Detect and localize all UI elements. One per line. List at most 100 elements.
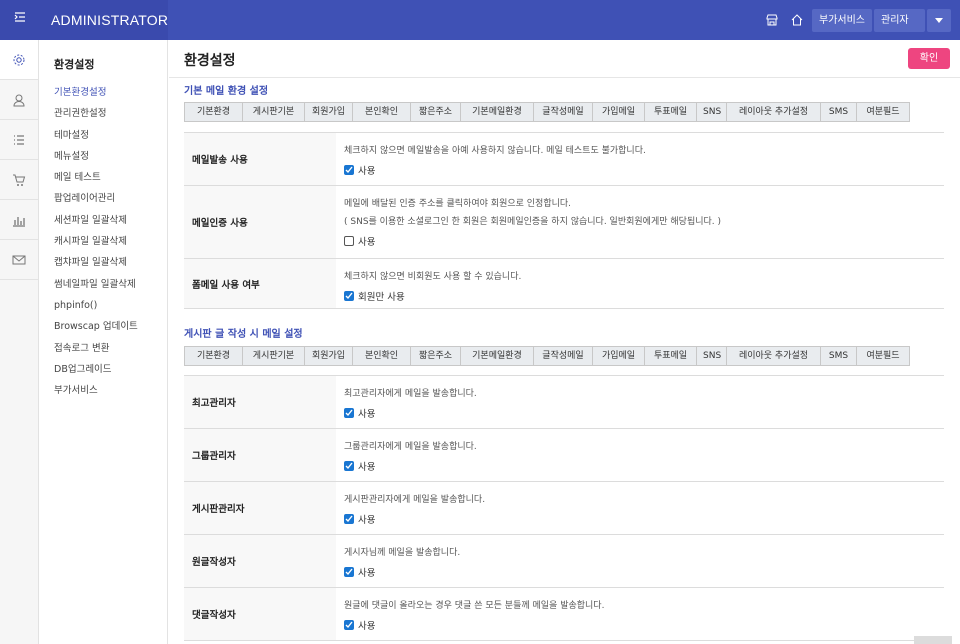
page-title: 환경설정 bbox=[184, 53, 236, 69]
setting-help-text: 원글에 댓글이 올라오는 경우 댓글 쓴 모든 분들께 메일을 발송합니다. bbox=[344, 601, 605, 611]
settings-tab[interactable]: 레이아웃 추가설정 bbox=[727, 103, 821, 121]
setting-help-text: 게시판관리자에게 메일을 발송합니다. bbox=[344, 495, 486, 505]
settings-tab[interactable]: 글작성메일 bbox=[534, 103, 593, 121]
rail-mail[interactable] bbox=[0, 240, 38, 280]
use-checkbox[interactable]: 사용 bbox=[344, 512, 936, 526]
submenu-item[interactable]: phpinfo() bbox=[39, 295, 167, 316]
checkbox-checked-icon[interactable] bbox=[344, 291, 354, 301]
submenu-item[interactable]: 썸네일파일 일괄삭제 bbox=[39, 274, 167, 295]
settings-tab[interactable]: SNS bbox=[697, 347, 727, 365]
checkbox-unchecked-icon[interactable] bbox=[344, 236, 354, 246]
settings-tab[interactable]: 본인확인 bbox=[353, 347, 411, 365]
settings-submenu: 환경설정 기본환경설정 관리권한설정 테마설정 메뉴설정 메일 테스트 팝업레이어관리 세션… bbox=[39, 40, 168, 644]
setting-label: 폼메일 사용 여부 bbox=[184, 259, 336, 308]
settings-tab[interactable]: 짧은주소 bbox=[411, 347, 461, 365]
mail-icon bbox=[12, 255, 26, 264]
gear-icon bbox=[13, 54, 25, 65]
cart-icon bbox=[13, 174, 26, 186]
checkbox-checked-icon[interactable] bbox=[344, 514, 354, 524]
setting-help-text: 체크하지 않으면 비회원도 사용 할 수 있습니다. bbox=[344, 272, 522, 282]
store-icon[interactable] bbox=[762, 10, 782, 30]
setting-label: 최고관리자 bbox=[184, 376, 336, 428]
submenu-item[interactable]: 메뉴설정 bbox=[39, 146, 167, 167]
home-icon[interactable] bbox=[787, 10, 807, 30]
settings-tab[interactable]: 짧은주소 bbox=[411, 103, 461, 121]
use-checkbox[interactable]: 사용 bbox=[344, 163, 936, 177]
submenu-item[interactable]: 접속로그 변환 bbox=[39, 338, 167, 359]
use-checkbox[interactable]: 사용 bbox=[344, 618, 936, 632]
main-content: 환경설정 확인 기본 메일 환경 설정 기본환경 게시판기본 회원가입 본인확인 짧은주… bbox=[169, 40, 960, 644]
basic-mail-rows: 메일발송 사용 체크하지 않으면 메일발송을 아예 사용하지 않습니다. 메일 테… bbox=[184, 132, 944, 309]
chart-icon bbox=[13, 216, 25, 227]
checkbox-checked-icon[interactable] bbox=[344, 165, 354, 175]
checkbox-label: 회원만 사용 bbox=[358, 292, 405, 303]
submenu-item[interactable]: 테마설정 bbox=[39, 125, 167, 146]
checkbox-checked-icon[interactable] bbox=[344, 461, 354, 471]
confirm-button[interactable]: 확인 bbox=[908, 48, 950, 69]
submenu-item[interactable]: 캡챠파일 일괄삭제 bbox=[39, 252, 167, 273]
settings-tab[interactable]: 투표메일 bbox=[645, 347, 697, 365]
submenu-item[interactable]: 팝업레이어관리 bbox=[39, 188, 167, 209]
submenu-item[interactable]: 기본환경설정 bbox=[39, 82, 167, 103]
checkbox-checked-icon[interactable] bbox=[344, 567, 354, 577]
rail-stats[interactable] bbox=[0, 200, 38, 240]
setting-value: 원글에 댓글이 올라오는 경우 댓글 쓴 모든 분들께 메일을 발송합니다. 사용 bbox=[336, 588, 944, 640]
settings-tab[interactable]: 기본환경 bbox=[185, 347, 243, 365]
settings-tab[interactable]: SMS bbox=[821, 347, 857, 365]
submenu-item[interactable]: 메일 테스트 bbox=[39, 167, 167, 188]
scroll-top-button[interactable] bbox=[914, 636, 952, 644]
settings-tab[interactable]: 가입메일 bbox=[593, 347, 645, 365]
setting-help-text: 체크하지 않으면 메일발송을 아예 사용하지 않습니다. 메일 테스트도 불가합… bbox=[344, 146, 646, 156]
caret-down-icon bbox=[935, 18, 943, 23]
settings-tab[interactable]: SMS bbox=[821, 103, 857, 121]
use-checkbox[interactable]: 사용 bbox=[344, 459, 936, 473]
settings-tab[interactable]: 게시판기본 bbox=[243, 103, 305, 121]
settings-tab[interactable]: 게시판기본 bbox=[243, 347, 305, 365]
checkbox-checked-icon[interactable] bbox=[344, 620, 354, 630]
submenu-item[interactable]: 세션파일 일괄삭제 bbox=[39, 210, 167, 231]
rail-settings[interactable] bbox=[0, 40, 38, 80]
page-header: 환경설정 확인 bbox=[169, 40, 960, 78]
use-checkbox[interactable]: 회원만 사용 bbox=[344, 289, 936, 303]
rail-members[interactable] bbox=[0, 80, 38, 120]
use-checkbox[interactable]: 사용 bbox=[344, 406, 936, 420]
setting-label: 그룹관리자 bbox=[184, 429, 336, 481]
checkbox-label: 사용 bbox=[358, 237, 376, 248]
checkbox-checked-icon[interactable] bbox=[344, 408, 354, 418]
setting-row: 메일인증 사용 메일에 배달된 인증 주소를 클릭하여야 회원으로 인정합니다. (… bbox=[184, 186, 944, 259]
settings-tab[interactable]: 기본메일환경 bbox=[461, 347, 534, 365]
submenu-item[interactable]: DB업그레이드 bbox=[39, 359, 167, 380]
submenu-item[interactable]: 관리권한설정 bbox=[39, 103, 167, 124]
setting-value: 그룹관리자에게 메일을 발송합니다. 사용 bbox=[336, 429, 944, 481]
submenu-item[interactable]: 부가서비스 bbox=[39, 380, 167, 401]
settings-tab[interactable]: 투표메일 bbox=[645, 103, 697, 121]
settings-tab[interactable]: 여분필드 bbox=[857, 347, 909, 365]
rail-shop[interactable] bbox=[0, 160, 38, 200]
settings-tab[interactable]: 회원가입 bbox=[305, 103, 353, 121]
settings-tab[interactable]: 여분필드 bbox=[857, 103, 909, 121]
use-checkbox[interactable]: 사용 bbox=[344, 234, 936, 248]
setting-help-text: 게시자님께 메일을 발송합니다. bbox=[344, 548, 461, 558]
settings-tab[interactable]: 글작성메일 bbox=[534, 347, 593, 365]
top-bar: ADMINISTRATOR 부가서비스 관리자 bbox=[0, 0, 960, 40]
admin-button[interactable]: 관리자 bbox=[874, 9, 925, 32]
rail-boards[interactable] bbox=[0, 120, 38, 160]
settings-tab[interactable]: 회원가입 bbox=[305, 347, 353, 365]
settings-tab[interactable]: 기본환경 bbox=[185, 103, 243, 121]
user-icon bbox=[13, 94, 25, 106]
settings-tab[interactable]: 기본메일환경 bbox=[461, 103, 534, 121]
submenu-item[interactable]: Browscap 업데이트 bbox=[39, 316, 167, 337]
settings-tab[interactable]: 레이아웃 추가설정 bbox=[727, 347, 821, 365]
submenu-item[interactable]: 캐시파일 일괄삭제 bbox=[39, 231, 167, 252]
checkbox-label: 사용 bbox=[358, 515, 376, 526]
settings-tab[interactable]: 본인확인 bbox=[353, 103, 411, 121]
admin-dropdown-toggle[interactable] bbox=[927, 9, 951, 32]
use-checkbox[interactable]: 사용 bbox=[344, 565, 936, 579]
addon-service-button[interactable]: 부가서비스 bbox=[812, 9, 872, 32]
list-icon bbox=[14, 134, 24, 145]
setting-row: 원글작성자 게시자님께 메일을 발송합니다. 사용 bbox=[184, 535, 944, 588]
setting-value: 최고관리자에게 메일을 발송합니다. 사용 bbox=[336, 376, 944, 428]
settings-tab[interactable]: 가입메일 bbox=[593, 103, 645, 121]
menu-toggle-icon[interactable] bbox=[10, 10, 30, 30]
settings-tab[interactable]: SNS bbox=[697, 103, 727, 121]
